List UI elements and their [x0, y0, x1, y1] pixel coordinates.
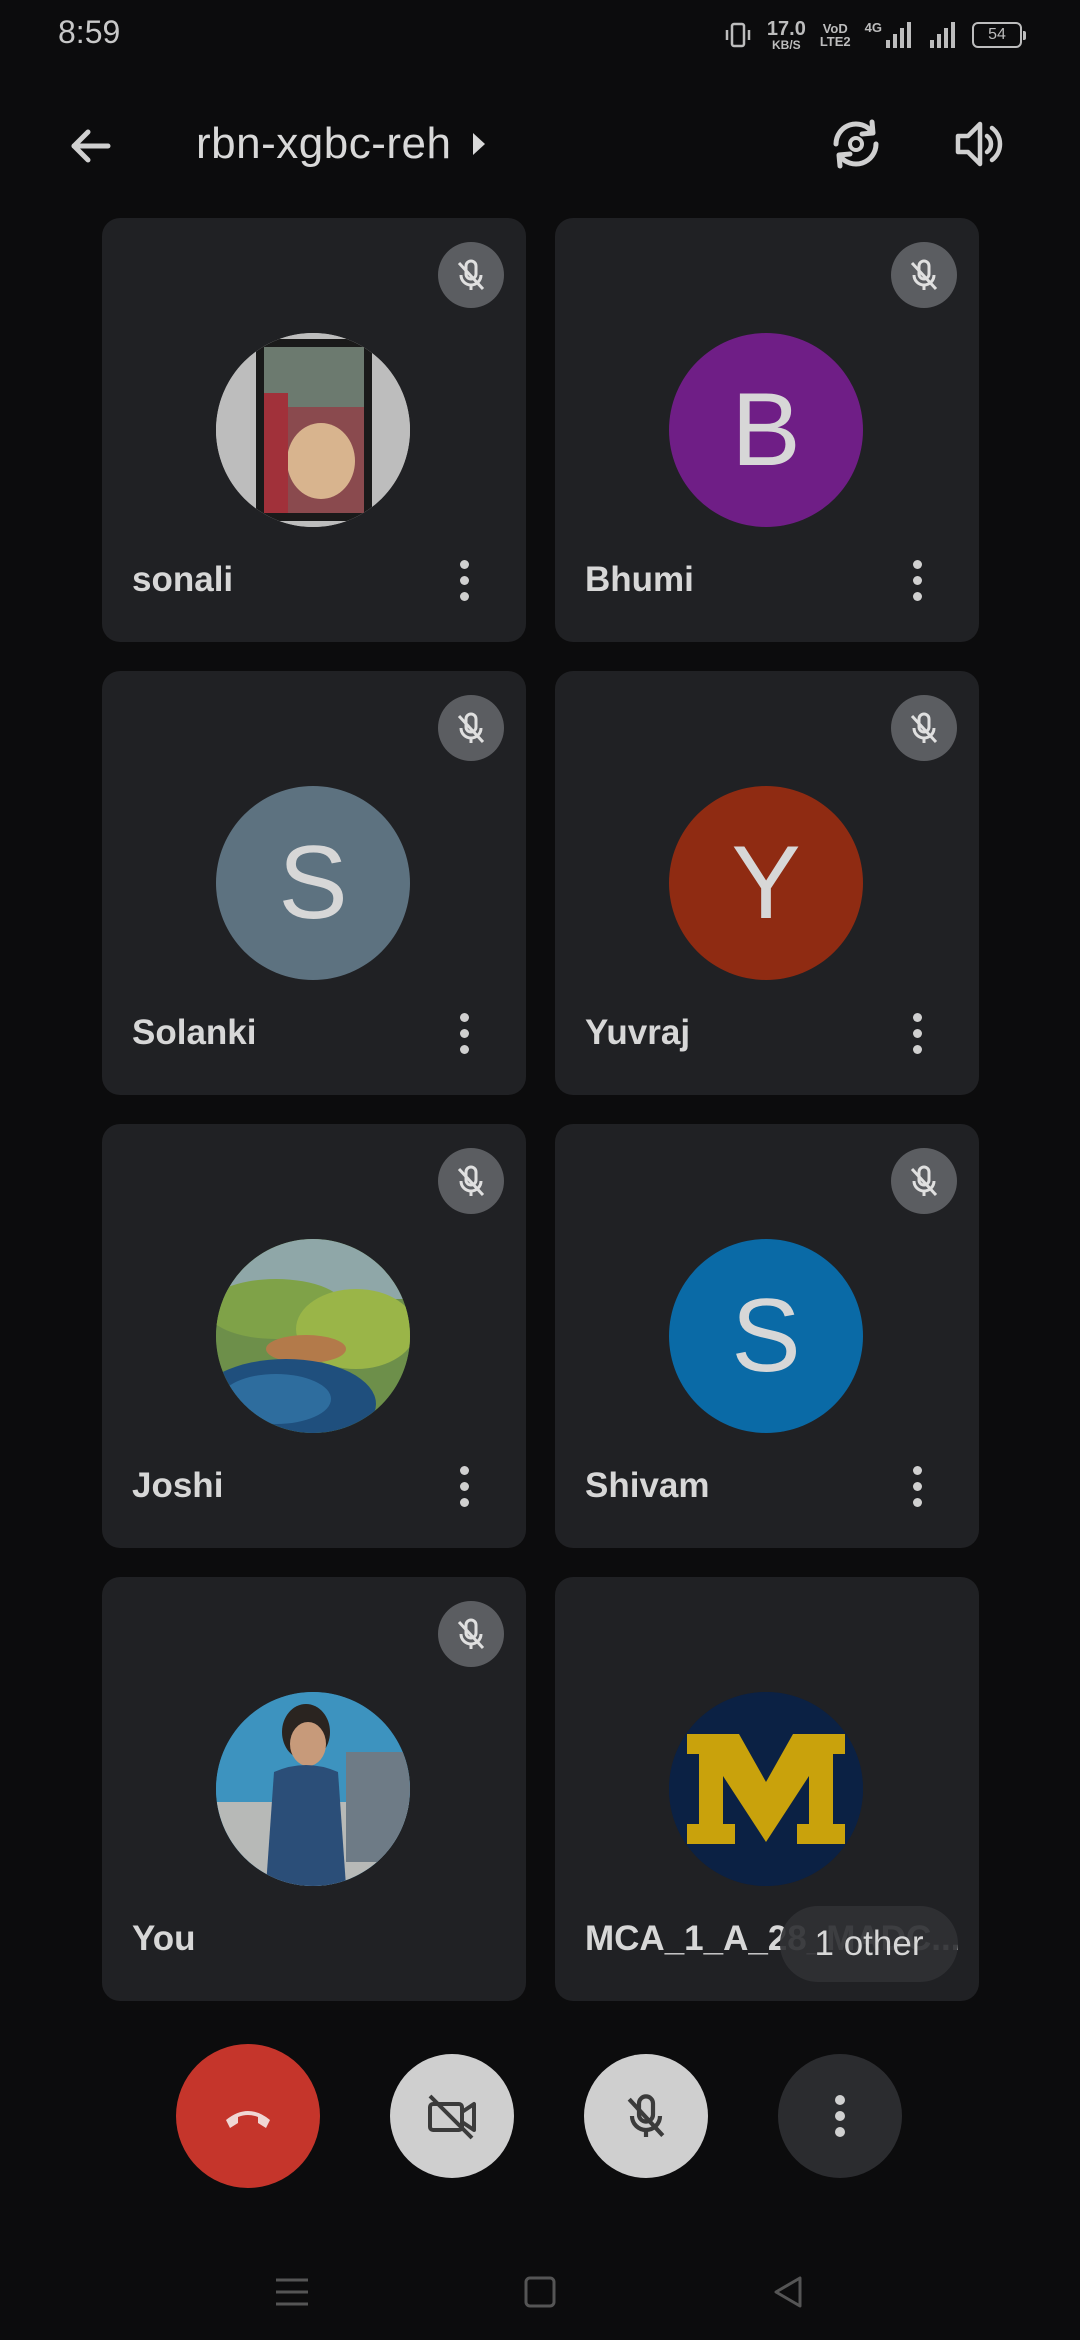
- speaker-icon: [955, 121, 1003, 167]
- phone-hangup-icon: [226, 2111, 270, 2128]
- participant-name: You: [132, 1919, 196, 1958]
- avatar-initial: S: [278, 824, 348, 941]
- profile-photo: [216, 1239, 410, 1433]
- mic-off-icon: [438, 695, 504, 761]
- system-nav-bar: [0, 2240, 1080, 2340]
- status-time: 8:59: [58, 14, 121, 50]
- avatar-initial: S: [731, 1277, 801, 1394]
- avatar: S: [216, 786, 410, 980]
- avatar: B: [669, 333, 863, 527]
- more-vert-icon[interactable]: [897, 1458, 937, 1514]
- mic-off-icon: [627, 2094, 665, 2138]
- network-type-label: 4G: [864, 20, 882, 35]
- mic-off-icon: [438, 1601, 504, 1667]
- nav-back-button[interactable]: [758, 2262, 818, 2322]
- avatar: [216, 1692, 410, 1886]
- network-speed: 17.0 KB/S: [767, 19, 806, 51]
- meeting-info-button[interactable]: rbn-xgbc-reh: [196, 114, 486, 174]
- camera-toggle-button[interactable]: [390, 2054, 514, 2178]
- avatar: S: [669, 1239, 863, 1433]
- more-options-button[interactable]: [778, 2054, 902, 2178]
- status-icons: 17.0 KB/S VoD LTE2 4G 54: [723, 14, 1026, 56]
- more-vert-icon[interactable]: [444, 552, 484, 608]
- profile-photo: [216, 1692, 410, 1886]
- more-vert-icon[interactable]: [897, 552, 937, 608]
- menu-icon: [276, 2278, 308, 2306]
- participant-name: Yuvraj: [585, 1013, 691, 1052]
- participant-tile[interactable]: S Shivam: [555, 1124, 979, 1548]
- participant-tile[interactable]: S Solanki: [102, 671, 526, 1095]
- participant-name: sonali: [132, 560, 234, 599]
- more-vert-icon[interactable]: [444, 1005, 484, 1061]
- participant-name: Joshi: [132, 1466, 224, 1505]
- volte-line2: LTE2: [819, 34, 851, 49]
- nav-menu-button[interactable]: [262, 2262, 322, 2322]
- signal-bars-icon: [886, 22, 911, 48]
- back-button[interactable]: [62, 118, 118, 174]
- mic-toggle-button[interactable]: [584, 2054, 708, 2178]
- video-off-icon: [428, 2094, 476, 2140]
- more-vert-icon: [835, 2095, 845, 2137]
- profile-photo: [216, 333, 410, 527]
- participant-name: Bhumi: [585, 560, 694, 599]
- participant-tile[interactable]: Joshi: [102, 1124, 526, 1548]
- more-vert-icon[interactable]: [897, 1005, 937, 1061]
- self-tile[interactable]: You: [102, 1577, 526, 2001]
- avatar-initial: Y: [731, 824, 801, 941]
- avatar: [216, 333, 410, 527]
- mic-off-icon: [891, 695, 957, 761]
- avatar: [669, 1692, 863, 1886]
- others-count-pill[interactable]: 1 other: [780, 1906, 958, 1982]
- avatar: [216, 1239, 410, 1433]
- meet-call-screen: 8:59 17.0 KB/S VoD LTE2 4G 54 rbn-xgbc-r…: [0, 0, 1080, 2340]
- arrow-left-icon: [71, 129, 111, 163]
- speaker-button[interactable]: [948, 112, 1012, 176]
- more-vert-icon[interactable]: [444, 1458, 484, 1514]
- status-bar: 8:59 17.0 KB/S VoD LTE2 4G 54: [0, 0, 1080, 70]
- participant-tile[interactable]: sonali: [102, 218, 526, 642]
- avatar: Y: [669, 786, 863, 980]
- mic-off-icon: [891, 1148, 957, 1214]
- square-icon: [524, 2276, 556, 2308]
- mic-off-icon: [891, 242, 957, 308]
- participant-tile[interactable]: Y Yuvraj: [555, 671, 979, 1095]
- signal-1: 4G: [865, 20, 914, 50]
- nav-home-button[interactable]: [510, 2262, 570, 2322]
- mic-off-icon: [438, 1148, 504, 1214]
- meeting-code: rbn-xgbc-reh: [196, 119, 452, 168]
- volte-indicator: VoD LTE2: [820, 22, 851, 48]
- signal-bars-icon: [930, 22, 955, 48]
- vibrate-icon: [725, 22, 751, 48]
- network-speed-unit: KB/S: [772, 38, 801, 52]
- switch-camera-button[interactable]: [824, 112, 888, 176]
- switch-camera-icon: [833, 119, 879, 169]
- participant-name: Solanki: [132, 1013, 257, 1052]
- avatar-initial: B: [731, 371, 801, 488]
- triangle-back-icon: [774, 2276, 802, 2308]
- call-controls: [0, 2040, 1080, 2190]
- chevron-right-icon: [473, 133, 486, 155]
- end-call-button[interactable]: [176, 2044, 320, 2188]
- call-header: rbn-xgbc-reh: [0, 100, 1080, 190]
- battery-icon: 54: [972, 22, 1026, 48]
- network-speed-value: 17.0: [766, 18, 806, 40]
- mic-off-icon: [438, 242, 504, 308]
- participant-tile[interactable]: B Bhumi: [555, 218, 979, 642]
- university-logo: [669, 1692, 863, 1886]
- participant-name: Shivam: [585, 1466, 710, 1505]
